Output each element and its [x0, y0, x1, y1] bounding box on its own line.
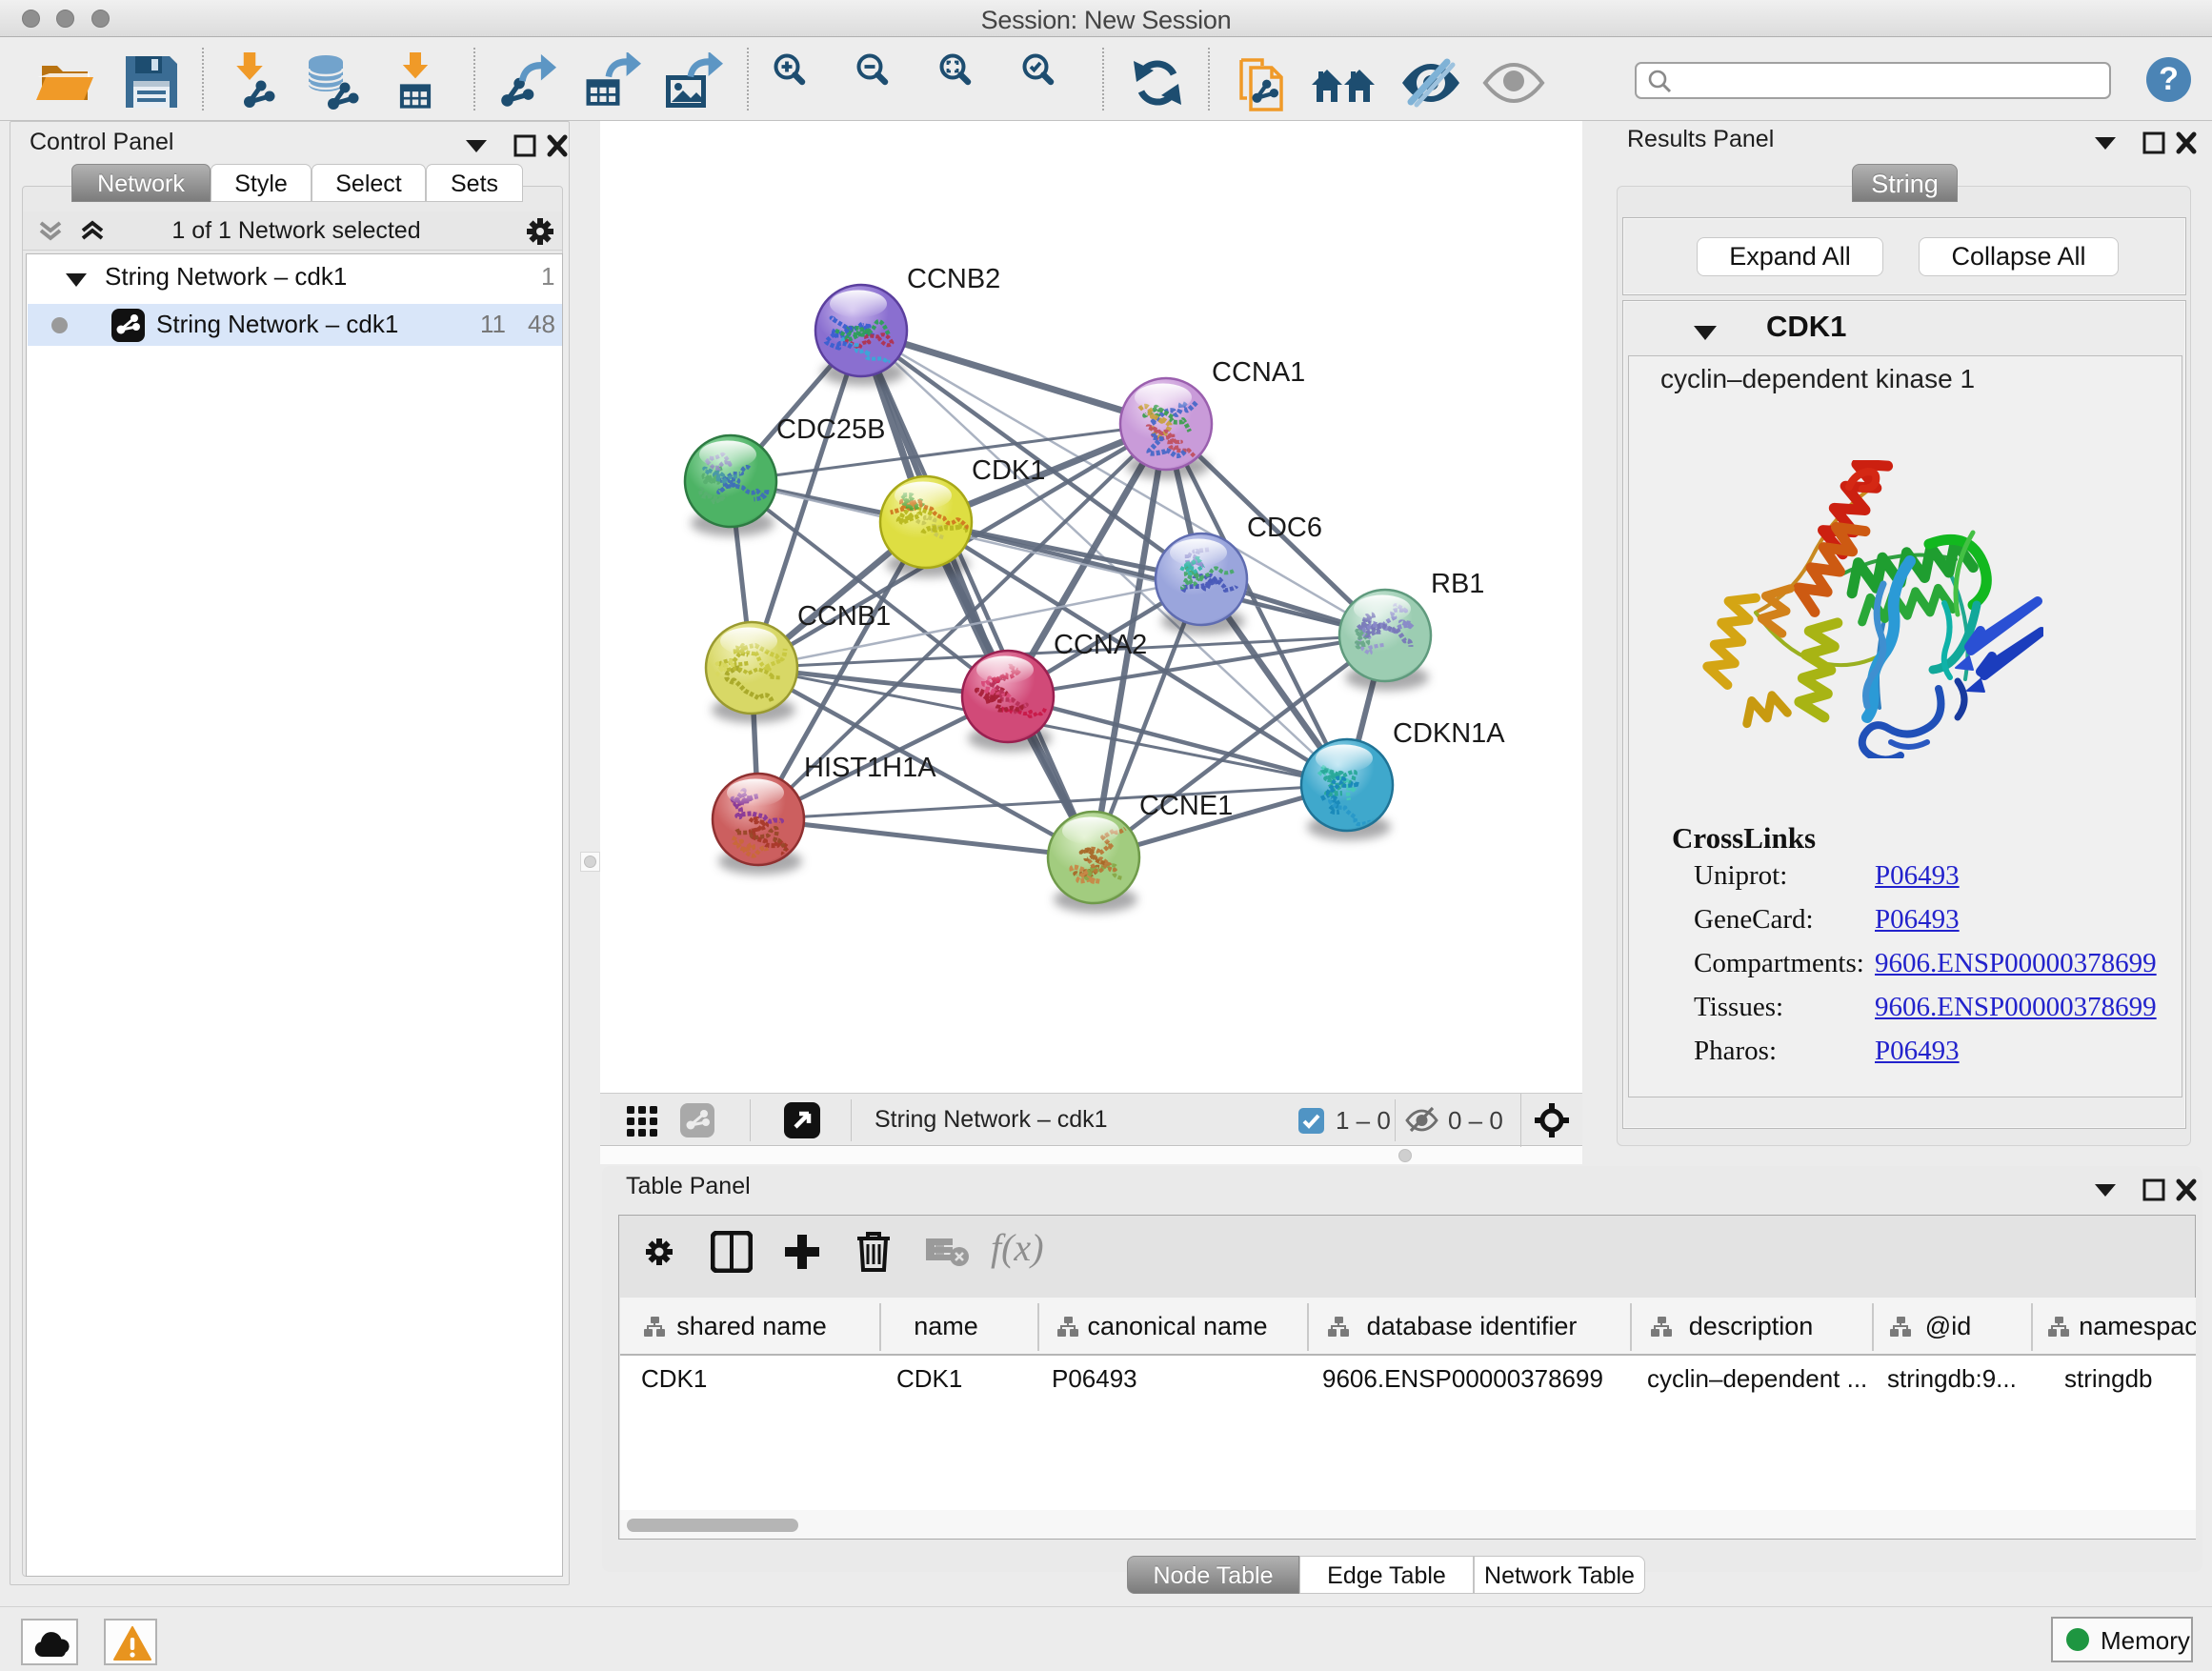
svg-text:CCNA1: CCNA1 [1212, 357, 1305, 388]
svg-text:RB1: RB1 [1431, 569, 1484, 599]
svg-text:CCNA2: CCNA2 [1054, 630, 1147, 660]
svg-text:CDC6: CDC6 [1247, 513, 1322, 543]
svg-text:CDKN1A: CDKN1A [1393, 718, 1505, 749]
svg-text:HIST1H1A: HIST1H1A [804, 753, 936, 783]
svg-text:CDC25B: CDC25B [776, 414, 885, 445]
svg-text:CCNB2: CCNB2 [907, 264, 1000, 294]
svg-text:CCNB1: CCNB1 [797, 601, 891, 632]
svg-text:CCNE1: CCNE1 [1139, 791, 1233, 821]
svg-text:CDK1: CDK1 [972, 455, 1045, 486]
